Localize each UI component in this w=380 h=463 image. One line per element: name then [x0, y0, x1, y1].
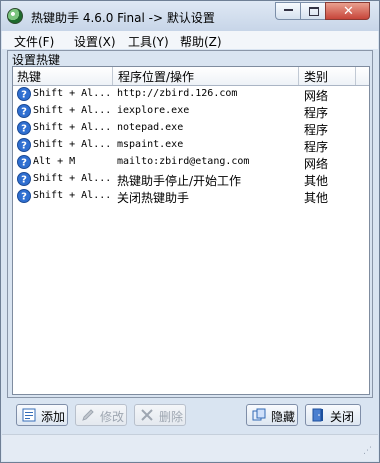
hide-button-label: 隐藏	[271, 410, 296, 424]
hotkey-cell: Shift + Al...	[33, 88, 112, 99]
program-cell: mspaint.exe	[117, 139, 184, 150]
svg-text:?: ?	[21, 158, 27, 169]
program-cell: notepad.exe	[117, 122, 184, 133]
app-icon	[7, 8, 23, 24]
help-circle-icon: ?	[17, 189, 31, 203]
add-document-icon	[22, 408, 36, 422]
table-row[interactable]: ? Shift + Al... http://zbird.126.com 网络	[13, 86, 369, 103]
hotkey-cell: Shift + Al...	[33, 122, 112, 133]
column-divider[interactable]	[355, 67, 356, 85]
type-cell: 程序	[304, 123, 329, 137]
title-bar[interactable]: 热键助手 4.6.0 Final -> 默认设置 ✕	[1, 1, 379, 31]
svg-text:?: ?	[21, 175, 27, 186]
svg-text:?: ?	[21, 192, 27, 203]
menu-file[interactable]: 文件(F)	[14, 33, 54, 50]
program-cell: 关闭热键助手	[117, 191, 190, 205]
minimize-icon	[284, 9, 293, 11]
menu-bar: 文件(F) 设置(X) 工具(Y) 帮助(Z)	[2, 31, 378, 49]
program-cell: mailto:zbird@etang.com	[117, 156, 250, 167]
column-header-hotkey[interactable]: 热键	[17, 68, 41, 84]
help-circle-icon: ?	[17, 155, 31, 169]
close-button-label: 关闭	[330, 410, 355, 424]
column-header-program[interactable]: 程序位置/操作	[118, 68, 194, 84]
type-cell: 程序	[304, 140, 329, 154]
maximize-icon	[309, 7, 319, 16]
type-cell: 其他	[304, 191, 329, 205]
hotkey-cell: Shift + Al...	[33, 139, 112, 150]
list-header: 热键 程序位置/操作 类别	[13, 67, 369, 86]
main-window: 热键助手 4.6.0 Final -> 默认设置 ✕ 文件(F) 设置(X) 工…	[0, 0, 380, 463]
add-button-label: 添加	[41, 410, 66, 424]
table-row[interactable]: ? Shift + Al... 关闭热键助手 其他	[13, 188, 369, 205]
edit-button[interactable]: 修改	[75, 404, 127, 426]
close-window-button[interactable]: ✕	[325, 2, 370, 20]
column-divider[interactable]	[112, 67, 113, 85]
help-circle-icon: ?	[17, 138, 31, 152]
action-bar: 添加 修改 删除 隐藏 关闭	[2, 399, 378, 431]
table-row[interactable]: ? Shift + Al... 热键助手停止/开始工作 其他	[13, 171, 369, 188]
hotkey-cell: Shift + Al...	[33, 190, 112, 201]
table-row[interactable]: ? Shift + Al... iexplore.exe 程序	[13, 103, 369, 120]
hotkey-list[interactable]: 热键 程序位置/操作 类别 ? Shift + Al... http://zbi…	[12, 66, 370, 395]
hide-button[interactable]: 隐藏	[246, 404, 298, 426]
menu-settings[interactable]: 设置(X)	[74, 33, 116, 50]
help-circle-icon: ?	[17, 172, 31, 186]
hotkey-cell: Alt + M	[33, 156, 76, 167]
svg-text:?: ?	[21, 124, 27, 135]
program-cell: http://zbird.126.com	[117, 88, 238, 99]
menu-help[interactable]: 帮助(Z)	[180, 33, 222, 50]
status-bar: ⋰	[2, 434, 378, 461]
maximize-button[interactable]	[300, 2, 326, 20]
window-title: 热键助手 4.6.0 Final -> 默认设置	[31, 11, 215, 25]
table-row[interactable]: ? Alt + M mailto:zbird@etang.com 网络	[13, 154, 369, 171]
column-header-type[interactable]: 类别	[304, 68, 328, 84]
help-circle-icon: ?	[17, 104, 31, 118]
program-cell: 热键助手停止/开始工作	[117, 174, 242, 188]
menu-tools[interactable]: 工具(Y)	[128, 33, 169, 50]
program-cell: iexplore.exe	[117, 105, 190, 116]
pencil-icon	[82, 409, 94, 421]
help-circle-icon: ?	[17, 121, 31, 135]
table-row[interactable]: ? Shift + Al... notepad.exe 程序	[13, 120, 369, 137]
add-button[interactable]: 添加	[16, 404, 68, 426]
delete-x-icon	[141, 409, 153, 421]
close-icon: ✕	[343, 4, 354, 19]
svg-text:?: ?	[21, 107, 27, 118]
table-row[interactable]: ? Shift + Al... mspaint.exe 程序	[13, 137, 369, 154]
type-cell: 网络	[304, 89, 329, 103]
type-cell: 程序	[304, 106, 329, 120]
close-button[interactable]: 关闭	[305, 404, 361, 426]
delete-button[interactable]: 删除	[134, 404, 186, 426]
svg-text:?: ?	[21, 141, 27, 152]
column-divider[interactable]	[298, 67, 299, 85]
windows-icon	[252, 408, 266, 421]
exit-door-icon	[312, 408, 323, 422]
svg-text:?: ?	[21, 90, 27, 101]
edit-button-label: 修改	[100, 410, 125, 424]
hotkey-cell: Shift + Al...	[33, 105, 112, 116]
type-cell: 网络	[304, 157, 329, 171]
hotkey-cell: Shift + Al...	[33, 173, 112, 184]
minimize-button[interactable]	[275, 2, 301, 20]
type-cell: 其他	[304, 174, 329, 188]
delete-button-label: 删除	[159, 410, 184, 424]
resize-grip-icon[interactable]: ⋰	[363, 446, 375, 458]
help-circle-icon: ?	[17, 87, 31, 101]
